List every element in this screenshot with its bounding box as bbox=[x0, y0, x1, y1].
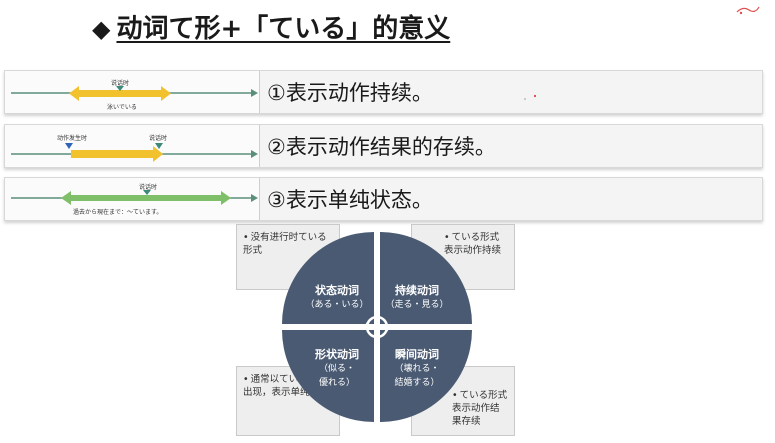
quadrant-examples: （走る・見る） bbox=[385, 300, 449, 310]
action-time-label: 动作发生时 bbox=[57, 135, 88, 142]
decorative-dots-icon bbox=[524, 94, 537, 100]
speaking-time-label: 说话时 bbox=[139, 184, 158, 191]
quadrant-title: 瞬间动词 bbox=[395, 348, 439, 361]
quadrant-title: 持续动词 bbox=[395, 284, 439, 297]
meaning-label-3: ③表示单纯状态。 bbox=[267, 188, 433, 212]
timeline-caption: 泳いでいる bbox=[107, 104, 137, 111]
timeline-diagram-3: 说话时 過去から現在まで：～ています。 bbox=[5, 178, 260, 220]
quadrant-shape-verbs: 形状动词 （似る・ 優れる） bbox=[302, 348, 372, 390]
timeline-diagram-2: 动作发生时 说话时 bbox=[5, 125, 260, 167]
quadrant-instant-verbs: 瞬间动词 （壊れる・ 結婚する） bbox=[382, 348, 452, 390]
timeline-svg-2 bbox=[11, 143, 258, 162]
quadrant-title: 形状动词 bbox=[315, 348, 359, 361]
quadrant-state-verbs: 状态动词 （ある・いる） bbox=[302, 284, 372, 312]
quadrant-examples-2: 優れる） bbox=[318, 378, 355, 388]
meaning-row-2: 动作发生时 说话时 ②表示动作结果的存续。 bbox=[4, 124, 763, 168]
verb-type-circle: 状态动词 （ある・いる） 持续动词 （走る・見る） 形状动词 （似る・ 優れる）… bbox=[282, 232, 472, 422]
quadrant-circle-svg bbox=[282, 232, 472, 422]
quadrant-examples: （ある・いる） bbox=[305, 300, 369, 310]
diamond-bullet-icon: ◆ bbox=[92, 15, 111, 43]
corner-decoration-icon bbox=[736, 6, 760, 15]
quadrant-examples: （壊れる・ bbox=[394, 364, 440, 374]
quadrant-examples-2: 結婚する） bbox=[394, 378, 440, 388]
meaning-label-2: ②表示动作结果的存续。 bbox=[267, 135, 496, 159]
meaning-row-3: 说话时 過去から現在まで：～ています。 ③表示单纯状态。 bbox=[4, 177, 763, 221]
meaning-row-1: 说话时 泳いでいる ①表示动作持续。 bbox=[4, 70, 763, 114]
quadrant-continuous-verbs: 持续动词 （走る・見る） bbox=[382, 284, 452, 312]
slide-title-text: 动词て形+「ている」的意义 bbox=[116, 14, 451, 44]
speaking-time-label: 说话时 bbox=[111, 80, 130, 87]
quadrant-title: 状态动词 bbox=[315, 284, 359, 297]
speaking-time-label: 说话时 bbox=[149, 135, 168, 142]
slide-title: ◆ 动词て形+「ている」的意义 bbox=[92, 8, 450, 45]
timeline-caption: 過去から現在まで：～ています。 bbox=[73, 209, 163, 216]
quadrant-examples: （似る・ bbox=[318, 364, 355, 374]
meaning-label-1: ①表示动作持续。 bbox=[267, 81, 433, 105]
timeline-diagram-1: 说话时 泳いでいる bbox=[5, 71, 260, 113]
